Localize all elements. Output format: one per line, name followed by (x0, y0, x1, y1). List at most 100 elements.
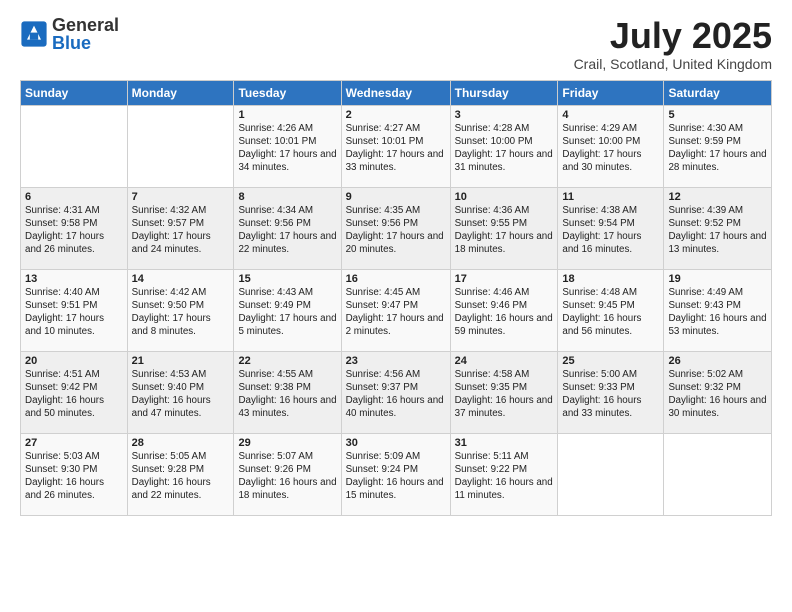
calendar-week-row: 6Sunrise: 4:31 AM Sunset: 9:58 PM Daylig… (21, 187, 772, 269)
page: General Blue July 2025 Crail, Scotland, … (0, 0, 792, 612)
day-number: 18 (562, 273, 659, 285)
day-info: Sunrise: 4:48 AM Sunset: 9:45 PM Dayligh… (562, 286, 659, 339)
day-info: Sunrise: 4:28 AM Sunset: 10:00 PM Daylig… (455, 122, 554, 175)
day-info: Sunrise: 4:45 AM Sunset: 9:47 PM Dayligh… (346, 286, 446, 339)
day-number: 14 (132, 273, 230, 285)
day-number: 26 (668, 355, 767, 367)
table-row: 18Sunrise: 4:48 AM Sunset: 9:45 PM Dayli… (558, 269, 664, 351)
table-row: 22Sunrise: 4:55 AM Sunset: 9:38 PM Dayli… (234, 351, 341, 433)
table-row: 28Sunrise: 5:05 AM Sunset: 9:28 PM Dayli… (127, 433, 234, 515)
table-row: 26Sunrise: 5:02 AM Sunset: 9:32 PM Dayli… (664, 351, 772, 433)
table-row: 19Sunrise: 4:49 AM Sunset: 9:43 PM Dayli… (664, 269, 772, 351)
day-info: Sunrise: 4:26 AM Sunset: 10:01 PM Daylig… (238, 122, 336, 175)
logo-general-text: General (52, 16, 119, 34)
col-monday: Monday (127, 80, 234, 105)
day-number: 11 (562, 191, 659, 203)
table-row: 14Sunrise: 4:42 AM Sunset: 9:50 PM Dayli… (127, 269, 234, 351)
day-info: Sunrise: 4:34 AM Sunset: 9:56 PM Dayligh… (238, 204, 336, 257)
day-number: 23 (346, 355, 446, 367)
day-number: 17 (455, 273, 554, 285)
logo: General Blue (20, 16, 119, 52)
col-friday: Friday (558, 80, 664, 105)
table-row: 11Sunrise: 4:38 AM Sunset: 9:54 PM Dayli… (558, 187, 664, 269)
table-row: 24Sunrise: 4:58 AM Sunset: 9:35 PM Dayli… (450, 351, 558, 433)
table-row: 25Sunrise: 5:00 AM Sunset: 9:33 PM Dayli… (558, 351, 664, 433)
day-info: Sunrise: 5:02 AM Sunset: 9:32 PM Dayligh… (668, 368, 767, 421)
day-number: 22 (238, 355, 336, 367)
day-number: 27 (25, 437, 123, 449)
table-row: 1Sunrise: 4:26 AM Sunset: 10:01 PM Dayli… (234, 105, 341, 187)
table-row: 9Sunrise: 4:35 AM Sunset: 9:56 PM Daylig… (341, 187, 450, 269)
table-row (21, 105, 128, 187)
day-number: 6 (25, 191, 123, 203)
calendar-header-row: Sunday Monday Tuesday Wednesday Thursday… (21, 80, 772, 105)
table-row: 23Sunrise: 4:56 AM Sunset: 9:37 PM Dayli… (341, 351, 450, 433)
day-info: Sunrise: 5:11 AM Sunset: 9:22 PM Dayligh… (455, 450, 554, 503)
table-row: 20Sunrise: 4:51 AM Sunset: 9:42 PM Dayli… (21, 351, 128, 433)
table-row: 10Sunrise: 4:36 AM Sunset: 9:55 PM Dayli… (450, 187, 558, 269)
day-info: Sunrise: 4:35 AM Sunset: 9:56 PM Dayligh… (346, 204, 446, 257)
main-title: July 2025 (574, 16, 772, 56)
subtitle: Crail, Scotland, United Kingdom (574, 56, 772, 72)
day-number: 1 (238, 109, 336, 121)
day-info: Sunrise: 4:53 AM Sunset: 9:40 PM Dayligh… (132, 368, 230, 421)
logo-icon (20, 20, 48, 48)
day-number: 21 (132, 355, 230, 367)
table-row: 21Sunrise: 4:53 AM Sunset: 9:40 PM Dayli… (127, 351, 234, 433)
day-number: 12 (668, 191, 767, 203)
day-info: Sunrise: 4:32 AM Sunset: 9:57 PM Dayligh… (132, 204, 230, 257)
day-number: 30 (346, 437, 446, 449)
day-info: Sunrise: 5:03 AM Sunset: 9:30 PM Dayligh… (25, 450, 123, 503)
day-number: 28 (132, 437, 230, 449)
day-info: Sunrise: 4:36 AM Sunset: 9:55 PM Dayligh… (455, 204, 554, 257)
table-row: 27Sunrise: 5:03 AM Sunset: 9:30 PM Dayli… (21, 433, 128, 515)
day-info: Sunrise: 4:40 AM Sunset: 9:51 PM Dayligh… (25, 286, 123, 339)
table-row: 4Sunrise: 4:29 AM Sunset: 10:00 PM Dayli… (558, 105, 664, 187)
day-number: 25 (562, 355, 659, 367)
table-row: 8Sunrise: 4:34 AM Sunset: 9:56 PM Daylig… (234, 187, 341, 269)
calendar-week-row: 20Sunrise: 4:51 AM Sunset: 9:42 PM Dayli… (21, 351, 772, 433)
title-block: July 2025 Crail, Scotland, United Kingdo… (574, 16, 772, 72)
day-info: Sunrise: 4:39 AM Sunset: 9:52 PM Dayligh… (668, 204, 767, 257)
day-info: Sunrise: 5:07 AM Sunset: 9:26 PM Dayligh… (238, 450, 336, 503)
day-number: 4 (562, 109, 659, 121)
day-number: 8 (238, 191, 336, 203)
day-number: 13 (25, 273, 123, 285)
day-info: Sunrise: 4:58 AM Sunset: 9:35 PM Dayligh… (455, 368, 554, 421)
table-row: 13Sunrise: 4:40 AM Sunset: 9:51 PM Dayli… (21, 269, 128, 351)
day-number: 24 (455, 355, 554, 367)
logo-blue-text: Blue (52, 34, 119, 52)
table-row: 5Sunrise: 4:30 AM Sunset: 9:59 PM Daylig… (664, 105, 772, 187)
day-info: Sunrise: 4:42 AM Sunset: 9:50 PM Dayligh… (132, 286, 230, 339)
table-row: 31Sunrise: 5:11 AM Sunset: 9:22 PM Dayli… (450, 433, 558, 515)
header: General Blue July 2025 Crail, Scotland, … (20, 16, 772, 72)
calendar-week-row: 13Sunrise: 4:40 AM Sunset: 9:51 PM Dayli… (21, 269, 772, 351)
day-number: 19 (668, 273, 767, 285)
table-row: 3Sunrise: 4:28 AM Sunset: 10:00 PM Dayli… (450, 105, 558, 187)
day-info: Sunrise: 4:31 AM Sunset: 9:58 PM Dayligh… (25, 204, 123, 257)
col-thursday: Thursday (450, 80, 558, 105)
day-number: 2 (346, 109, 446, 121)
day-number: 10 (455, 191, 554, 203)
col-wednesday: Wednesday (341, 80, 450, 105)
calendar-week-row: 1Sunrise: 4:26 AM Sunset: 10:01 PM Dayli… (21, 105, 772, 187)
table-row: 6Sunrise: 4:31 AM Sunset: 9:58 PM Daylig… (21, 187, 128, 269)
day-info: Sunrise: 4:29 AM Sunset: 10:00 PM Daylig… (562, 122, 659, 175)
logo-text: General Blue (52, 16, 119, 52)
day-number: 5 (668, 109, 767, 121)
day-number: 20 (25, 355, 123, 367)
day-info: Sunrise: 4:55 AM Sunset: 9:38 PM Dayligh… (238, 368, 336, 421)
day-info: Sunrise: 4:43 AM Sunset: 9:49 PM Dayligh… (238, 286, 336, 339)
table-row (558, 433, 664, 515)
col-sunday: Sunday (21, 80, 128, 105)
day-info: Sunrise: 4:46 AM Sunset: 9:46 PM Dayligh… (455, 286, 554, 339)
day-info: Sunrise: 4:30 AM Sunset: 9:59 PM Dayligh… (668, 122, 767, 175)
day-info: Sunrise: 4:38 AM Sunset: 9:54 PM Dayligh… (562, 204, 659, 257)
calendar-week-row: 27Sunrise: 5:03 AM Sunset: 9:30 PM Dayli… (21, 433, 772, 515)
day-number: 29 (238, 437, 336, 449)
day-info: Sunrise: 5:09 AM Sunset: 9:24 PM Dayligh… (346, 450, 446, 503)
table-row: 2Sunrise: 4:27 AM Sunset: 10:01 PM Dayli… (341, 105, 450, 187)
table-row: 16Sunrise: 4:45 AM Sunset: 9:47 PM Dayli… (341, 269, 450, 351)
day-info: Sunrise: 4:27 AM Sunset: 10:01 PM Daylig… (346, 122, 446, 175)
day-number: 3 (455, 109, 554, 121)
